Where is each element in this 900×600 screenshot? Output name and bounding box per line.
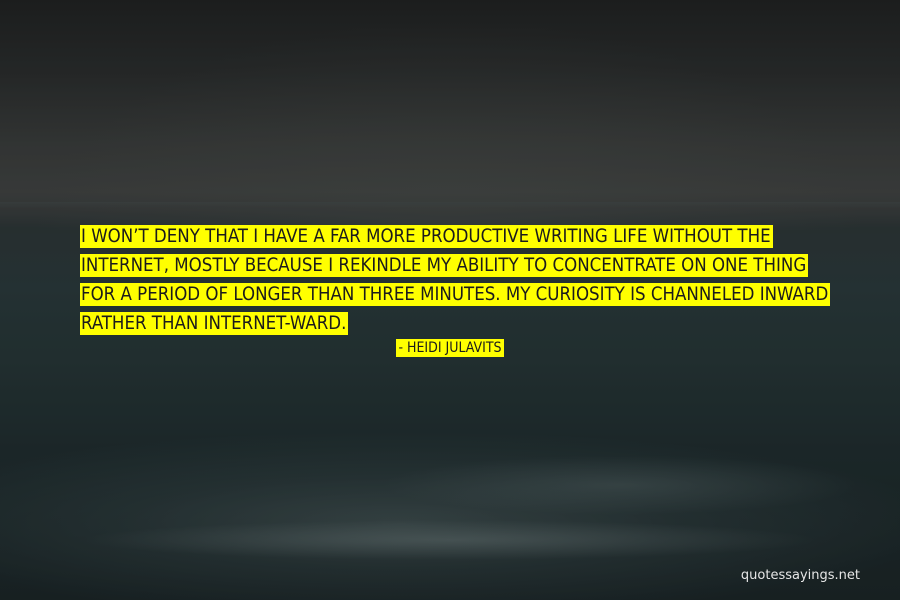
quote-text: I won’t deny that I have a far more prod… [80,225,831,335]
author-attribution: - Heidi Julavits [0,338,900,358]
site-watermark: quotessayings.net [740,568,860,583]
author-name: - Heidi Julavits [396,339,504,357]
quote-block: I won’t deny that I have a far more prod… [80,222,831,338]
